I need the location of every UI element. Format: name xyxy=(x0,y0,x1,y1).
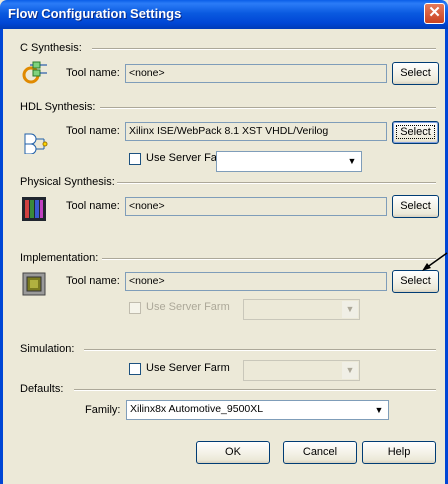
hdl-synthesis-select-button[interactable]: Select xyxy=(392,121,439,144)
arrow-annotation-icon xyxy=(422,252,448,271)
family-value: Xilinx8x Automotive_9500XL xyxy=(130,403,264,415)
implementation-tool-field: <none> xyxy=(125,272,387,291)
help-button[interactable]: Help xyxy=(362,441,436,464)
tool-name-label: Tool name: xyxy=(66,275,120,287)
section-label-defaults: Defaults: xyxy=(20,383,64,395)
select-button-label: Select xyxy=(396,125,435,139)
chip-icon xyxy=(22,272,46,296)
section-label-simulation: Simulation: xyxy=(20,343,75,355)
section-label-hdl-synthesis: HDL Synthesis: xyxy=(20,101,96,113)
fpga-layout-icon xyxy=(22,197,46,221)
section-divider xyxy=(84,349,436,351)
chevron-down-icon[interactable]: ▼ xyxy=(344,153,360,170)
section-label-physical-synthesis: Physical Synthesis: xyxy=(20,176,115,188)
physical-synthesis-select-button[interactable]: Select xyxy=(392,195,439,218)
hdl-server-farm-dropdown[interactable]: ▼ xyxy=(216,151,362,172)
hdl-use-server-farm-checkbox[interactable] xyxy=(129,153,141,165)
tool-name-label: Tool name: xyxy=(66,125,120,137)
impl-server-farm-dropdown[interactable]: ▼ xyxy=(243,299,360,320)
chevron-down-icon[interactable]: ▼ xyxy=(342,301,358,318)
sim-use-server-farm-label: Use Server Farm xyxy=(146,362,230,374)
title-bar[interactable]: Flow Configuration Settings ✕ xyxy=(0,0,448,29)
sim-use-server-farm-checkbox[interactable] xyxy=(129,363,141,375)
chevron-down-icon[interactable]: ▼ xyxy=(371,402,387,418)
window-frame-left xyxy=(0,29,3,484)
tool-name-label: Tool name: xyxy=(66,67,120,79)
section-divider xyxy=(74,389,436,391)
hdl-synthesis-tool-field: Xilinx ISE/WebPack 8.1 XST VHDL/Verilog xyxy=(125,122,387,141)
c-synthesis-tool-field: <none> xyxy=(125,64,387,83)
logic-gates-icon xyxy=(24,133,48,154)
ok-button[interactable]: OK xyxy=(196,441,270,464)
physical-synthesis-tool-field: <none> xyxy=(125,197,387,216)
family-dropdown[interactable]: Xilinx8x Automotive_9500XL ▼ xyxy=(126,400,389,420)
close-button[interactable]: ✕ xyxy=(424,3,445,24)
family-label: Family: xyxy=(85,404,121,416)
section-label-implementation: Implementation: xyxy=(20,252,99,264)
impl-use-server-farm-checkbox[interactable] xyxy=(129,302,141,314)
section-divider xyxy=(92,48,436,50)
c-synthesis-icon xyxy=(22,61,47,84)
section-divider xyxy=(100,107,436,109)
section-label-c-synthesis: C Synthesis: xyxy=(20,42,82,54)
chevron-down-icon[interactable]: ▼ xyxy=(342,362,358,379)
tool-name-label: Tool name: xyxy=(66,200,120,212)
section-divider xyxy=(102,258,436,260)
section-divider xyxy=(117,182,436,184)
sim-server-farm-dropdown[interactable]: ▼ xyxy=(243,360,360,381)
c-synthesis-select-button[interactable]: Select xyxy=(392,62,439,85)
impl-use-server-farm-label: Use Server Farm xyxy=(146,301,230,313)
window-title: Flow Configuration Settings xyxy=(8,6,182,21)
cancel-button[interactable]: Cancel xyxy=(283,441,357,464)
